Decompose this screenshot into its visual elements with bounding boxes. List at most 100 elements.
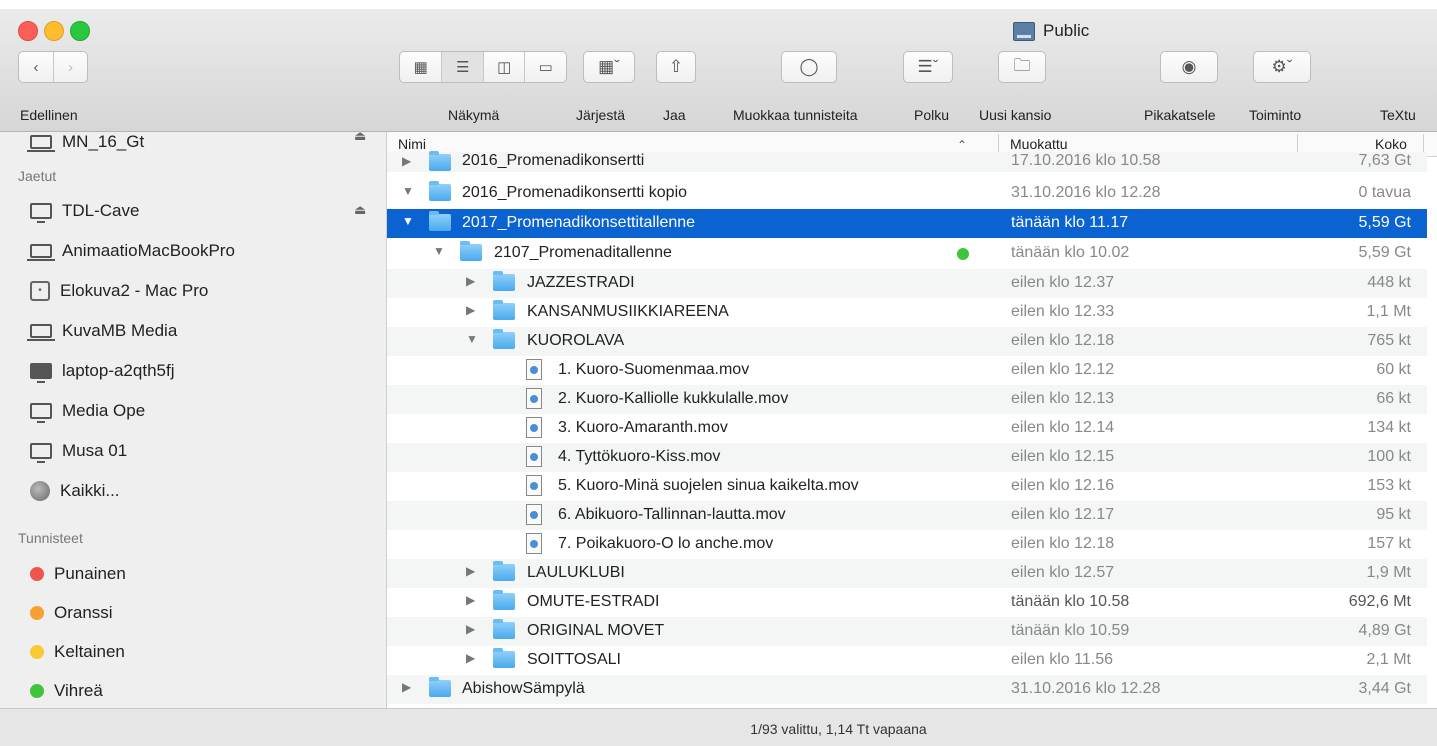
minimize-button[interactable] xyxy=(44,21,64,41)
table-row[interactable]: 2. Kuoro-Kalliolle kukkulalle.mov eilen … xyxy=(387,385,1427,414)
cover-flow-button[interactable]: ▭ xyxy=(525,52,566,82)
movie-file-icon xyxy=(526,533,542,554)
close-button[interactable] xyxy=(18,21,38,41)
table-row[interactable]: 3. Kuoro-Amaranth.mov eilen klo 12.14 13… xyxy=(387,414,1427,443)
path-list-icon: ☰ˇ xyxy=(917,57,939,76)
row-name: 6. Abikuoro-Tallinnan-lautta.mov xyxy=(558,506,786,523)
folder-icon xyxy=(429,181,451,201)
sidebar-tag-yellow[interactable]: Keltainen xyxy=(30,634,125,670)
sidebar-item-label: MN_16_Gt xyxy=(62,132,145,151)
eject-icon[interactable]: ⏏ xyxy=(354,202,366,218)
row-size: 0 tavua xyxy=(1358,184,1411,201)
sidebar-item-label: TDL-Cave xyxy=(62,201,140,220)
column-divider[interactable] xyxy=(1297,134,1298,154)
monitor-icon xyxy=(30,443,52,463)
column-divider[interactable] xyxy=(1423,134,1424,154)
sidebar-item-kuvamb-media[interactable]: KuvaMB Media xyxy=(27,313,177,349)
row-size: 134 kt xyxy=(1367,419,1411,436)
column-view-button[interactable]: ◫ xyxy=(484,52,526,82)
table-row[interactable]: ▶ KANSANMUSIIKKIAREENA eilen klo 12.33 1… xyxy=(387,298,1427,327)
eject-icon[interactable]: ⏏ xyxy=(354,132,366,144)
quick-look-button[interactable]: ◉ xyxy=(1160,51,1218,83)
sidebar-item-label: Oranssi xyxy=(54,603,113,622)
disclosure-right-icon[interactable]: ▶ xyxy=(466,303,475,317)
file-list: Nimi ⌃ Muokattu Koko ▶ 2016_Promenadikon… xyxy=(387,132,1437,708)
sidebar-item-label: Keltainen xyxy=(54,642,125,661)
table-row[interactable]: ▼ KUOROLAVA eilen klo 12.18 765 kt xyxy=(387,327,1427,356)
forward-button[interactable]: › xyxy=(54,52,87,82)
table-row[interactable]: ▶ JAZZESTRADI eilen klo 12.37 448 kt xyxy=(387,269,1427,298)
disclosure-right-icon[interactable]: ▶ xyxy=(466,274,475,288)
disclosure-right-icon[interactable]: ▶ xyxy=(402,154,411,168)
tag-icon: ◯ xyxy=(799,57,819,76)
sidebar-item-tdl-cave[interactable]: TDL-Cave xyxy=(30,193,139,229)
sidebar-item-media-ope[interactable]: Media Ope xyxy=(30,393,145,429)
column-size[interactable]: Koko xyxy=(1375,136,1407,152)
disclosure-right-icon[interactable]: ▶ xyxy=(466,593,475,607)
table-row[interactable]: 5. Kuoro-Minä suojelen sinua kaikelta.mo… xyxy=(387,472,1427,501)
globe-icon xyxy=(30,481,50,501)
table-row[interactable]: 4. Tyttökuoro-Kiss.mov eilen klo 12.15 1… xyxy=(387,443,1427,472)
row-size: 153 kt xyxy=(1367,477,1411,494)
back-button[interactable]: ‹ xyxy=(19,52,54,82)
sidebar-item-animaatiomacbookpro[interactable]: AnimaatioMacBookPro xyxy=(27,233,235,269)
share-icon: ⇧ xyxy=(668,57,684,76)
monitor-icon xyxy=(30,403,52,423)
texshop-label[interactable]: TeXtu xyxy=(1380,107,1416,123)
new-folder-button[interactable]: 🗀 xyxy=(998,51,1046,83)
table-row[interactable]: 7. Poikakuoro-O lo anche.mov eilen klo 1… xyxy=(387,530,1427,559)
sidebar-item-label: Elokuva2 - Mac Pro xyxy=(60,281,209,300)
sidebar-tag-green[interactable]: Vihreä xyxy=(30,673,103,708)
row-date: eilen klo 12.12 xyxy=(1011,361,1115,378)
movie-file-icon xyxy=(526,359,542,380)
row-name: LAULUKLUBI xyxy=(527,564,625,581)
disclosure-down-icon[interactable]: ▼ xyxy=(466,332,478,346)
sidebar-item-laptop-a2qth5fj[interactable]: laptop-a2qth5fj xyxy=(30,353,174,389)
row-size: 5,59 Gt xyxy=(1358,214,1411,231)
list-view-button[interactable]: ☰ xyxy=(442,52,484,82)
table-row-selected[interactable]: ▼ 2017_Promenadikonsettitallenne tänään … xyxy=(387,209,1427,238)
table-row[interactable]: ▶ LAULUKLUBI eilen klo 12.57 1,9 Mt xyxy=(387,559,1427,588)
window-title-text: Public xyxy=(1043,21,1090,40)
share-button[interactable]: ⇧ xyxy=(656,51,696,83)
action-button[interactable]: ⚙ˇ xyxy=(1253,51,1311,83)
table-row[interactable]: ▶ SOITTOSALI eilen klo 11.56 2,1 Mt xyxy=(387,646,1427,675)
disclosure-right-icon[interactable]: ▶ xyxy=(466,564,475,578)
table-row[interactable]: ▶ OMUTE-ESTRADI tänään klo 10.58 692,6 M… xyxy=(387,588,1427,617)
disclosure-down-icon[interactable]: ▼ xyxy=(402,184,414,198)
sidebar-tag-orange[interactable]: Oranssi xyxy=(30,595,113,631)
disclosure-right-icon[interactable]: ▶ xyxy=(466,622,475,636)
column-divider[interactable] xyxy=(998,134,999,154)
sidebar-item-kaikki[interactable]: Kaikki... xyxy=(30,473,120,509)
folder-icon xyxy=(429,677,451,697)
path-button[interactable]: ☰ˇ xyxy=(903,51,953,83)
folder-icon xyxy=(493,271,515,291)
sidebar-item-label: Kaikki... xyxy=(60,481,120,500)
sidebar-item-elokuva2[interactable]: • Elokuva2 - Mac Pro xyxy=(30,273,208,309)
column-modified[interactable]: Muokattu xyxy=(1010,136,1068,152)
table-row[interactable]: ▶ ORIGINAL MOVET tänään klo 10.59 4,89 G… xyxy=(387,617,1427,646)
table-row[interactable]: 6. Abikuoro-Tallinnan-lautta.mov eilen k… xyxy=(387,501,1427,530)
disclosure-right-icon[interactable]: ▶ xyxy=(402,680,411,694)
disclosure-right-icon[interactable]: ▶ xyxy=(466,651,475,665)
sidebar-item-mn16gt[interactable]: MN_16_Gt xyxy=(27,132,145,160)
edit-tags-button[interactable]: ◯ xyxy=(781,51,837,83)
disclosure-down-icon[interactable]: ▼ xyxy=(402,214,414,228)
table-row[interactable]: 1. Kuoro-Suomenmaa.mov eilen klo 12.12 6… xyxy=(387,356,1427,385)
sidebar-tag-red[interactable]: Punainen xyxy=(30,556,126,592)
arrange-button[interactable]: ▦ˇ xyxy=(583,51,635,83)
table-row[interactable]: ▼ 2107_Promenaditallenne tänään klo 10.0… xyxy=(387,239,1427,268)
row-size: 765 kt xyxy=(1367,332,1411,349)
disclosure-down-icon[interactable]: ▼ xyxy=(433,244,445,258)
zoom-button[interactable] xyxy=(70,21,90,41)
table-row[interactable]: ▶ AbishowSämpylä 31.10.2016 klo 12.28 3,… xyxy=(387,675,1427,704)
table-row[interactable]: ▶ 2016_Promenadikonsertti 17.10.2016 klo… xyxy=(387,151,1427,172)
tags-header: Tunnisteet xyxy=(18,530,83,546)
sort-ascending-icon[interactable]: ⌃ xyxy=(957,138,967,152)
sidebar-item-musa-01[interactable]: Musa 01 xyxy=(30,433,127,469)
row-date: eilen klo 12.57 xyxy=(1011,564,1115,581)
view-mode-control: ▦ ☰ ◫ ▭ xyxy=(399,51,567,83)
icon-view-button[interactable]: ▦ xyxy=(400,52,443,82)
column-name[interactable]: Nimi xyxy=(398,136,426,152)
table-row[interactable]: ▼ 2016_Promenadikonsertti kopio 31.10.20… xyxy=(387,179,1427,208)
